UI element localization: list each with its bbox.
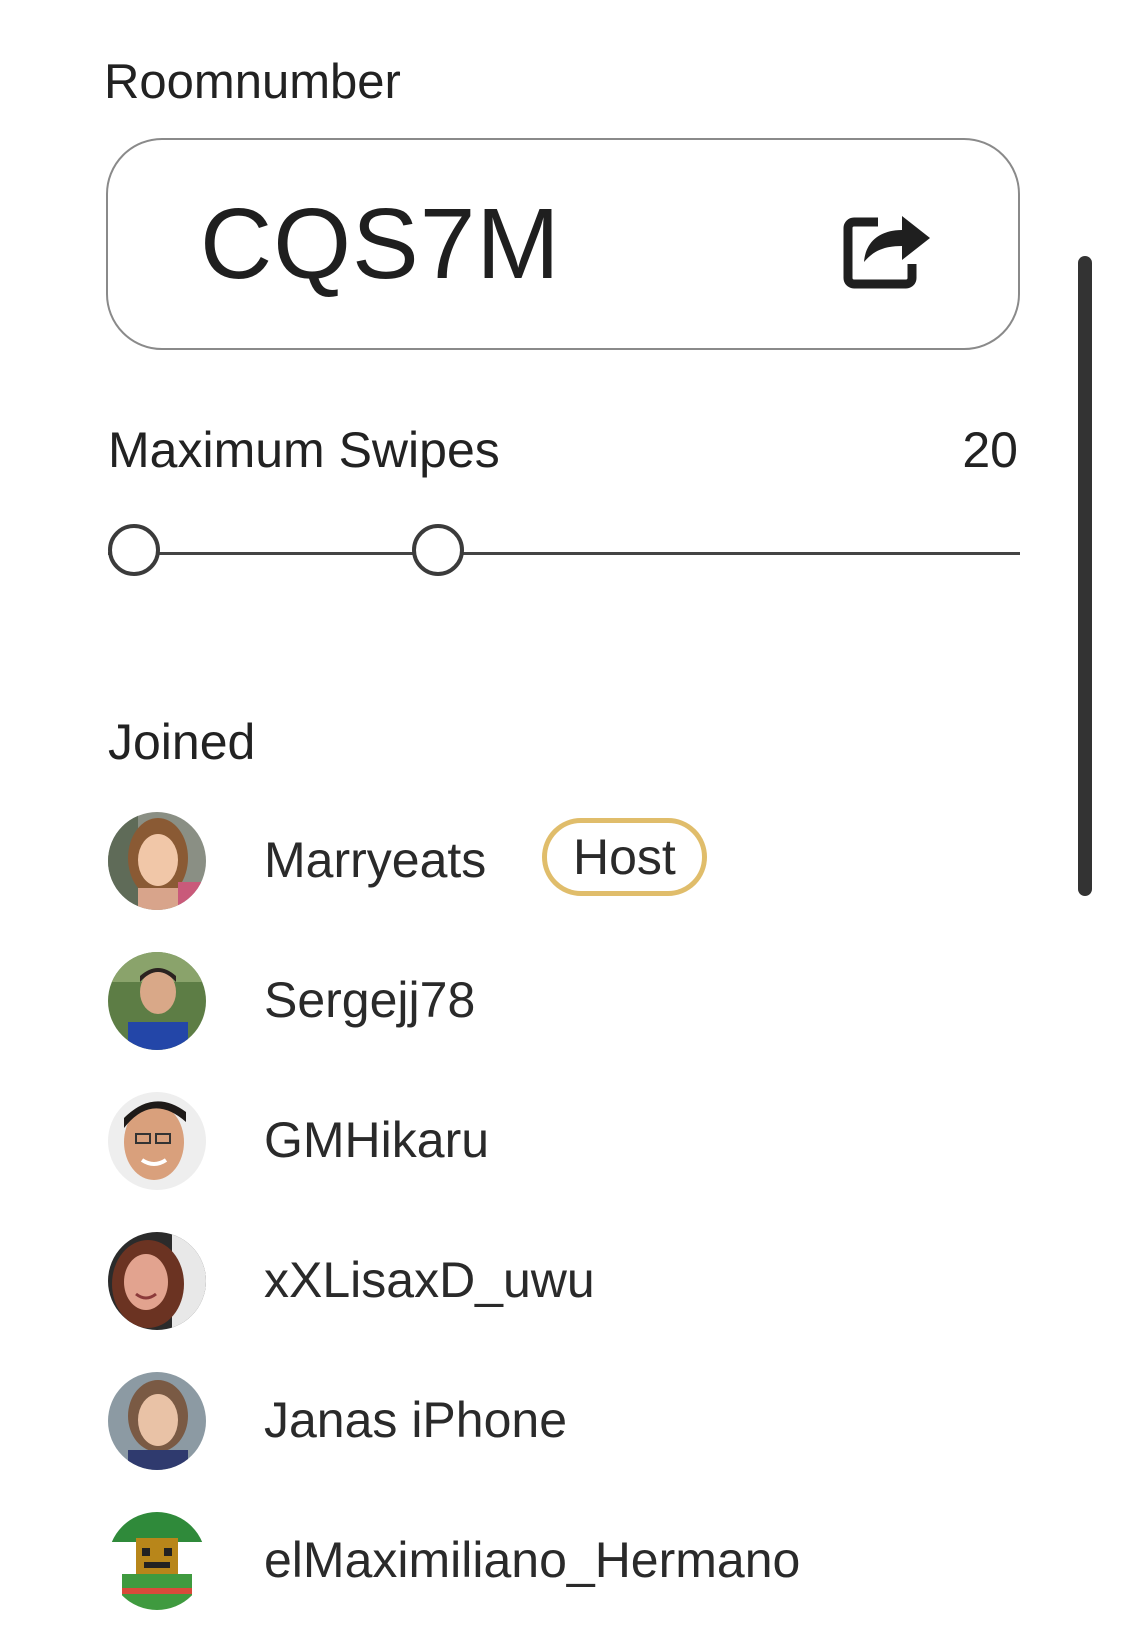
avatar [108, 1092, 206, 1190]
avatar [108, 1372, 206, 1470]
list-item: Janas iPhone [108, 1372, 1058, 1512]
slider-handle-min[interactable] [108, 524, 160, 576]
joined-heading: Joined [108, 714, 256, 770]
maximum-swipes-value: 20 [962, 422, 1018, 478]
list-item: Sergejj78 [108, 952, 1058, 1092]
room-code[interactable]: CQS7M [200, 184, 561, 304]
scrollbar[interactable] [1078, 256, 1092, 896]
maximum-swipes-label: Maximum Swipes [108, 422, 500, 478]
member-name: Sergejj78 [264, 972, 476, 1028]
member-list: Marryeats Host Sergejj78 GMHikaru xXLisa… [108, 812, 1058, 1652]
list-item: GMHikaru [108, 1092, 1058, 1232]
slider-handle-max[interactable] [412, 524, 464, 576]
avatar [108, 812, 206, 910]
list-item: elMaximiliano_Hermano [108, 1512, 1058, 1652]
share-icon [843, 216, 930, 289]
list-item: xXLisaxD_uwu [108, 1232, 1058, 1372]
member-name: xXLisaxD_uwu [264, 1252, 595, 1308]
member-name: Janas iPhone [264, 1392, 568, 1448]
list-item: Marryeats Host [108, 812, 1058, 952]
member-name: elMaximiliano_Hermano [264, 1532, 801, 1588]
avatar [108, 1512, 206, 1610]
room-code-box: CQS7M [106, 138, 1020, 350]
member-name: GMHikaru [264, 1112, 490, 1168]
share-button[interactable] [840, 200, 936, 296]
slider-track[interactable] [108, 552, 1020, 555]
swipes-range-slider[interactable] [108, 522, 1020, 586]
roomnumber-label: Roomnumber [104, 55, 401, 109]
avatar [108, 1232, 206, 1330]
member-name: Marryeats [264, 832, 487, 888]
avatar [108, 952, 206, 1050]
host-badge: Host [542, 818, 707, 896]
